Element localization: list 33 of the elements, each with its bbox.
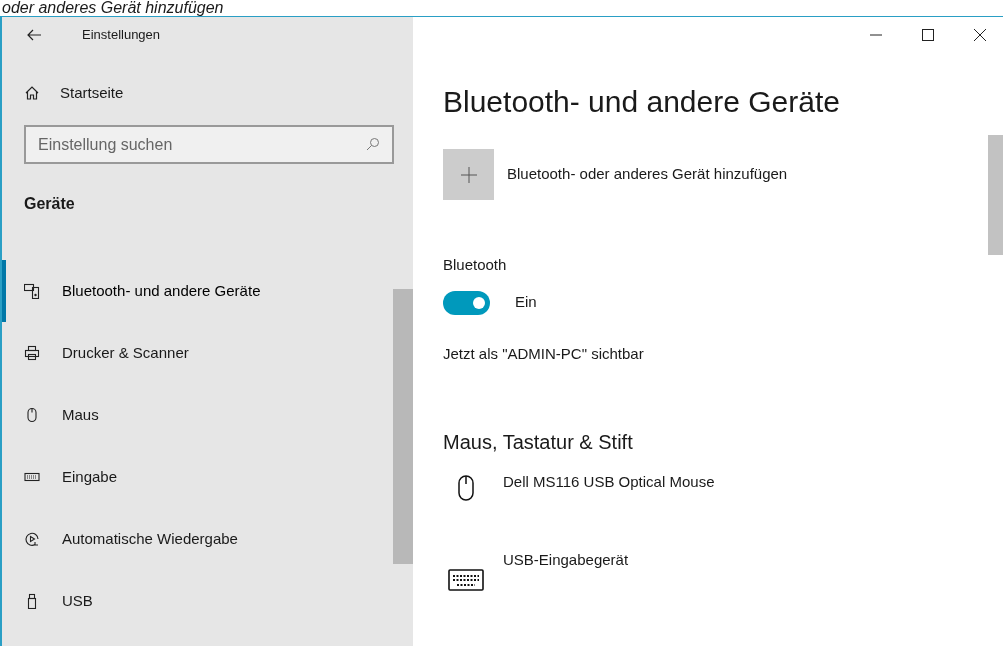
add-device-button[interactable]: Bluetooth- oder anderes Gerät hinzufügen	[443, 149, 788, 200]
search-field[interactable]: Einstellung suchen	[24, 125, 394, 164]
bluetooth-toggle[interactable]	[443, 290, 490, 315]
sidebar-item[interactable]: Automatische Wiedergabe	[2, 508, 382, 570]
home-icon	[24, 85, 40, 101]
maximize-icon	[922, 29, 934, 41]
sidebar-item[interactable]: Drucker & Scanner	[2, 322, 382, 384]
close-icon	[974, 29, 986, 41]
scrollbar-thumb[interactable]	[988, 135, 1003, 255]
scrollbar-thumb[interactable]	[393, 289, 413, 564]
sidebar-item[interactable]: Bluetooth- und andere Geräte	[2, 260, 382, 322]
sidebar-item[interactable]: USB	[2, 570, 382, 632]
toggle-state: Ein	[515, 292, 537, 313]
search-icon	[366, 137, 380, 151]
keyboard-icon	[448, 569, 484, 591]
device-name: USB-Eingabegerät	[503, 550, 629, 570]
sidebar-item[interactable]: Eingabe	[2, 446, 382, 508]
home-link[interactable]: Startseite	[2, 81, 413, 105]
device-name: Dell MS116 USB Optical Mouse	[503, 472, 715, 492]
caption-text: oder anderes Gerät hinzufügen	[2, 0, 224, 16]
page-title: Bluetooth- und andere Geräte	[443, 84, 841, 120]
play-circle-icon	[24, 531, 40, 547]
sidebar-item[interactable]: Maus	[2, 384, 382, 446]
window-title: Einstellungen	[82, 26, 161, 45]
bluetooth-label: Bluetooth	[443, 255, 508, 275]
visibility-text: Jetzt als "ADMIN-PC" sichtbar	[443, 343, 645, 364]
minimize-icon	[870, 34, 882, 36]
section-heading: Maus, Tastatur & Stift	[443, 430, 634, 455]
printer-icon	[24, 345, 40, 361]
mouse-icon	[24, 407, 40, 423]
mouse-icon	[458, 475, 474, 501]
plus-icon	[443, 149, 494, 200]
section-heading: Geräte	[24, 194, 76, 214]
